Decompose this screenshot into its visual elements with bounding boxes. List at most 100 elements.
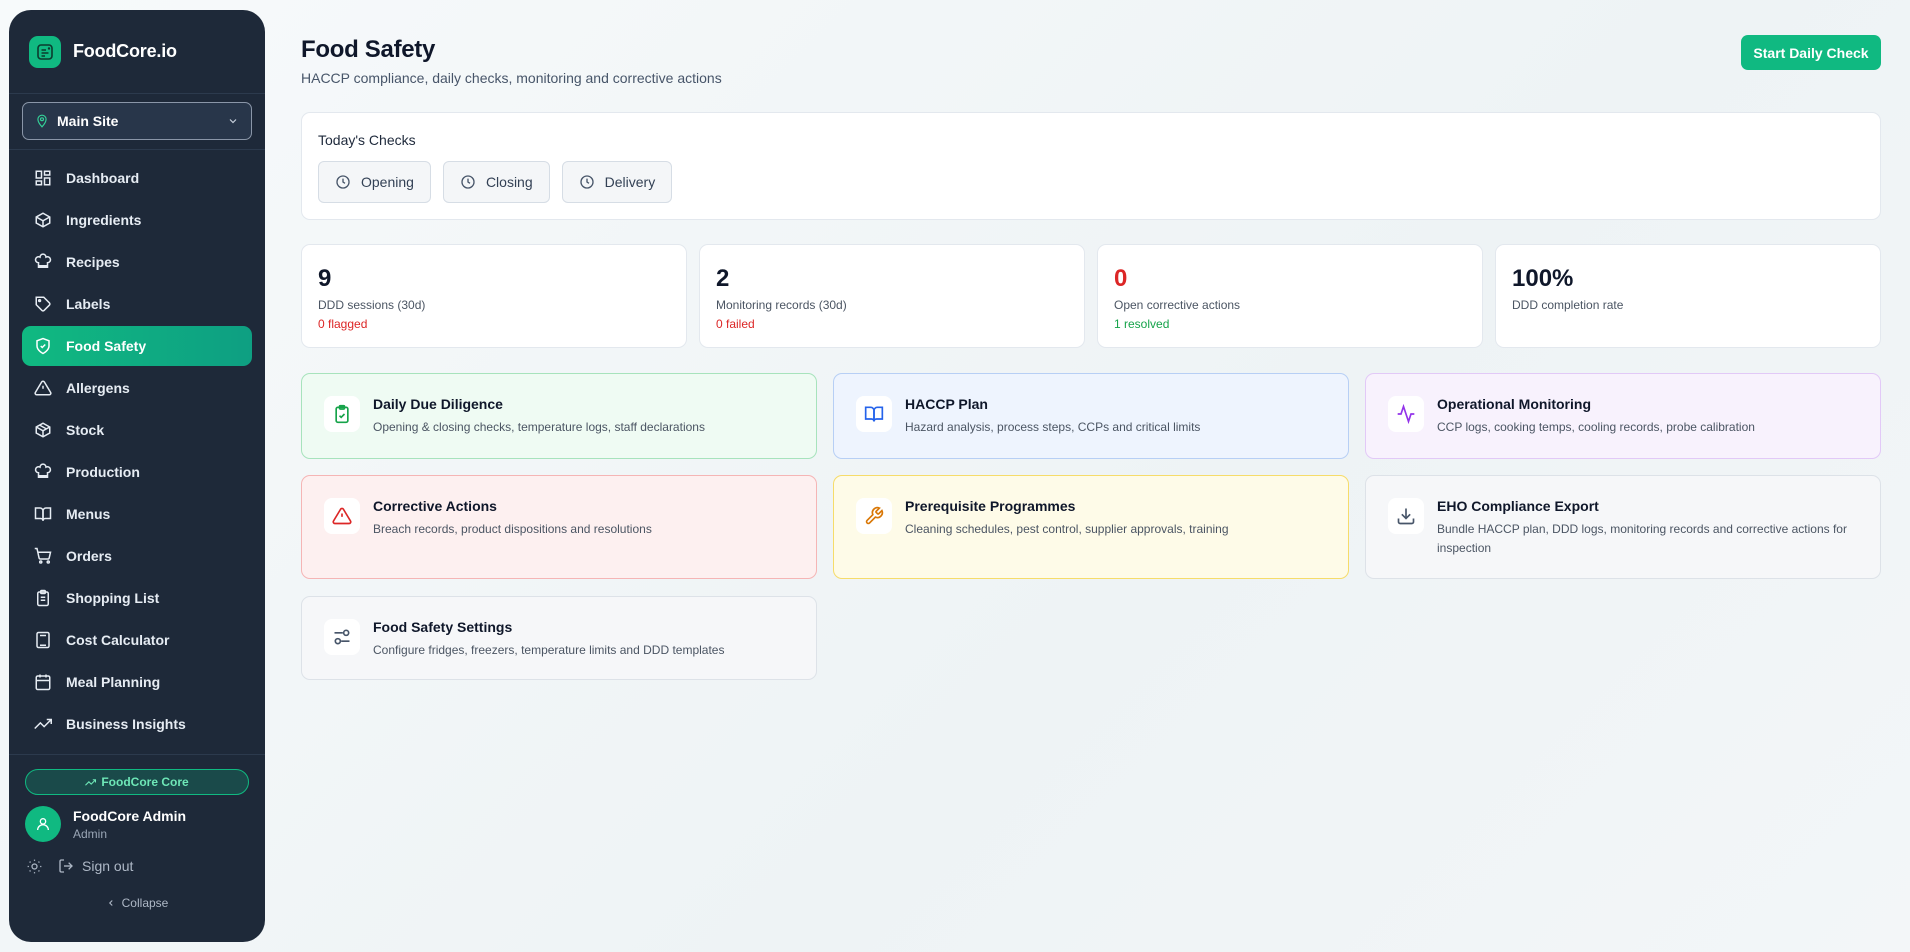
cart-icon [34, 547, 52, 564]
feature-title: EHO Compliance Export [1437, 498, 1599, 514]
check-label: Closing [485, 174, 533, 190]
nav-item-menus[interactable]: Menus [22, 494, 252, 534]
stat-label: Open corrective actions [1114, 298, 1241, 312]
feature-eho-compliance-export[interactable]: EHO Compliance Export Bundle HACCP plan,… [1365, 475, 1881, 579]
warning-triangle-icon [34, 380, 52, 396]
user-profile[interactable]: FoodCore Admin Admin [25, 806, 249, 842]
clock-icon [461, 175, 475, 189]
check-delivery-button[interactable]: Delivery [561, 161, 673, 203]
download-icon [1388, 498, 1424, 534]
todays-checks-title: Today's Checks [318, 132, 416, 148]
check-label: Delivery [604, 174, 656, 190]
clock-icon [579, 175, 594, 189]
activity-icon [1388, 396, 1424, 432]
calculator-icon [36, 631, 50, 649]
user-role: Admin [73, 826, 108, 841]
nav-item-dashboard[interactable]: Dashboard [22, 158, 252, 198]
nav-item-labels[interactable]: Labels [22, 284, 252, 324]
feature-description: Hazard analysis, process steps, CCPs and… [905, 420, 1201, 434]
plan-badge[interactable]: FoodCore Core [25, 769, 249, 795]
stat-sub: 0 flagged [318, 317, 368, 331]
feature-operational-monitoring[interactable]: Operational Monitoring CCP logs, cooking… [1365, 373, 1881, 459]
clipboard-check-icon [324, 396, 360, 432]
sun-icon[interactable] [27, 859, 42, 874]
nav-label: Cost Calculator [66, 632, 170, 648]
feature-corrective-actions[interactable]: Corrective Actions Breach records, produ… [301, 475, 817, 579]
stat-value: 9 [318, 265, 332, 292]
nav-item-recipes[interactable]: Recipes [22, 242, 252, 282]
feature-description: Bundle HACCP plan, DDD logs, monitoring … [1437, 522, 1847, 555]
wrench-icon [856, 498, 892, 534]
nav-item-orders[interactable]: Orders [22, 536, 252, 576]
feature-haccp-plan[interactable]: HACCP Plan Hazard analysis, process step… [833, 373, 1349, 459]
nav-item-shopping-list[interactable]: Shopping List [22, 578, 252, 618]
stat-value: 0 [1114, 265, 1128, 292]
todays-checks-card: Today's Checks Opening Closing Delivery [301, 112, 1881, 220]
feature-description: Breach records, product dispositions and… [373, 522, 652, 536]
chevron-left-icon [108, 900, 113, 906]
trending-up-icon [85, 778, 97, 786]
book-open-icon [34, 507, 52, 521]
book-open-icon [856, 396, 892, 432]
nav-label: Shopping List [66, 590, 160, 606]
page-subtitle: HACCP compliance, daily checks, monitori… [301, 70, 722, 86]
app-logo-icon [29, 35, 61, 68]
package-icon [35, 212, 51, 228]
feature-daily-due-diligence[interactable]: Daily Due Diligence Opening & closing ch… [301, 373, 817, 459]
nav-item-business-insights[interactable]: Business Insights [22, 704, 252, 744]
feature-title: Corrective Actions [373, 498, 497, 514]
nav-label: Dashboard [66, 170, 140, 186]
site-selector-wrap: Main Site [9, 94, 265, 150]
feature-title: Operational Monitoring [1437, 396, 1591, 412]
stat-label: DDD completion rate [1512, 298, 1624, 312]
feature-prerequisite-programmes[interactable]: Prerequisite Programmes Cleaning schedul… [833, 475, 1349, 579]
nav-item-ingredients[interactable]: Ingredients [22, 200, 252, 240]
stat-card-ddd-sessions: 9 DDD sessions (30d) 0 flagged [301, 244, 687, 348]
tag-icon [35, 296, 51, 312]
nav-item-production[interactable]: Production [22, 452, 252, 492]
todays-checks-list: Opening Closing Delivery [318, 161, 684, 203]
start-daily-check-button[interactable]: Start Daily Check [1741, 35, 1881, 70]
stat-card-monitoring-records: 2 Monitoring records (30d) 0 failed [699, 244, 1085, 348]
feature-title: Food Safety Settings [373, 619, 513, 635]
plan-badge-label: FoodCore Core [101, 775, 189, 789]
clock-icon [336, 175, 350, 189]
trending-up-icon [34, 718, 52, 730]
user-name: FoodCore Admin [73, 807, 187, 824]
stat-card-open-corrective-actions: 0 Open corrective actions 1 resolved [1097, 244, 1483, 348]
user-info: FoodCore Admin Admin [73, 808, 186, 841]
nav-item-food-safety[interactable]: Food Safety [22, 326, 252, 366]
nav-label: Allergens [66, 380, 130, 396]
site-selector-value: Main Site [57, 113, 119, 129]
stat-label: DDD sessions (30d) [318, 298, 426, 312]
nav-label: Production [66, 464, 140, 480]
clipboard-list-icon [37, 589, 49, 607]
nav-item-allergens[interactable]: Allergens [22, 368, 252, 408]
stat-value: 2 [716, 265, 730, 292]
chef-hat-icon [34, 463, 52, 478]
feature-description: Configure fridges, freezers, temperature… [373, 643, 725, 657]
nav-label: Business Insights [66, 716, 186, 732]
warning-triangle-icon [324, 498, 360, 534]
site-selector[interactable]: Main Site [22, 102, 252, 140]
page-title: Food Safety [301, 36, 436, 63]
nav-label: Labels [66, 296, 111, 312]
feature-food-safety-settings[interactable]: Food Safety Settings Configure fridges, … [301, 596, 817, 680]
check-closing-button[interactable]: Closing [442, 161, 550, 203]
nav-label: Stock [66, 422, 105, 438]
box-icon [35, 422, 51, 438]
sign-out-button[interactable]: Sign out [58, 858, 133, 874]
calendar-icon [35, 674, 51, 691]
collapse-label: Collapse [121, 896, 169, 910]
nav-item-meal-planning[interactable]: Meal Planning [22, 662, 252, 702]
nav-item-stock[interactable]: Stock [22, 410, 252, 450]
check-opening-button[interactable]: Opening [318, 161, 431, 203]
log-out-icon [59, 859, 73, 873]
nav-label: Ingredients [66, 212, 142, 228]
nav-item-cost-calculator[interactable]: Cost Calculator [22, 620, 252, 660]
check-label: Opening [361, 174, 414, 190]
sign-out-label: Sign out [82, 858, 134, 874]
collapse-button[interactable]: Collapse [25, 896, 249, 910]
sliders-icon [324, 619, 360, 655]
brand: FoodCore.io [9, 10, 265, 94]
